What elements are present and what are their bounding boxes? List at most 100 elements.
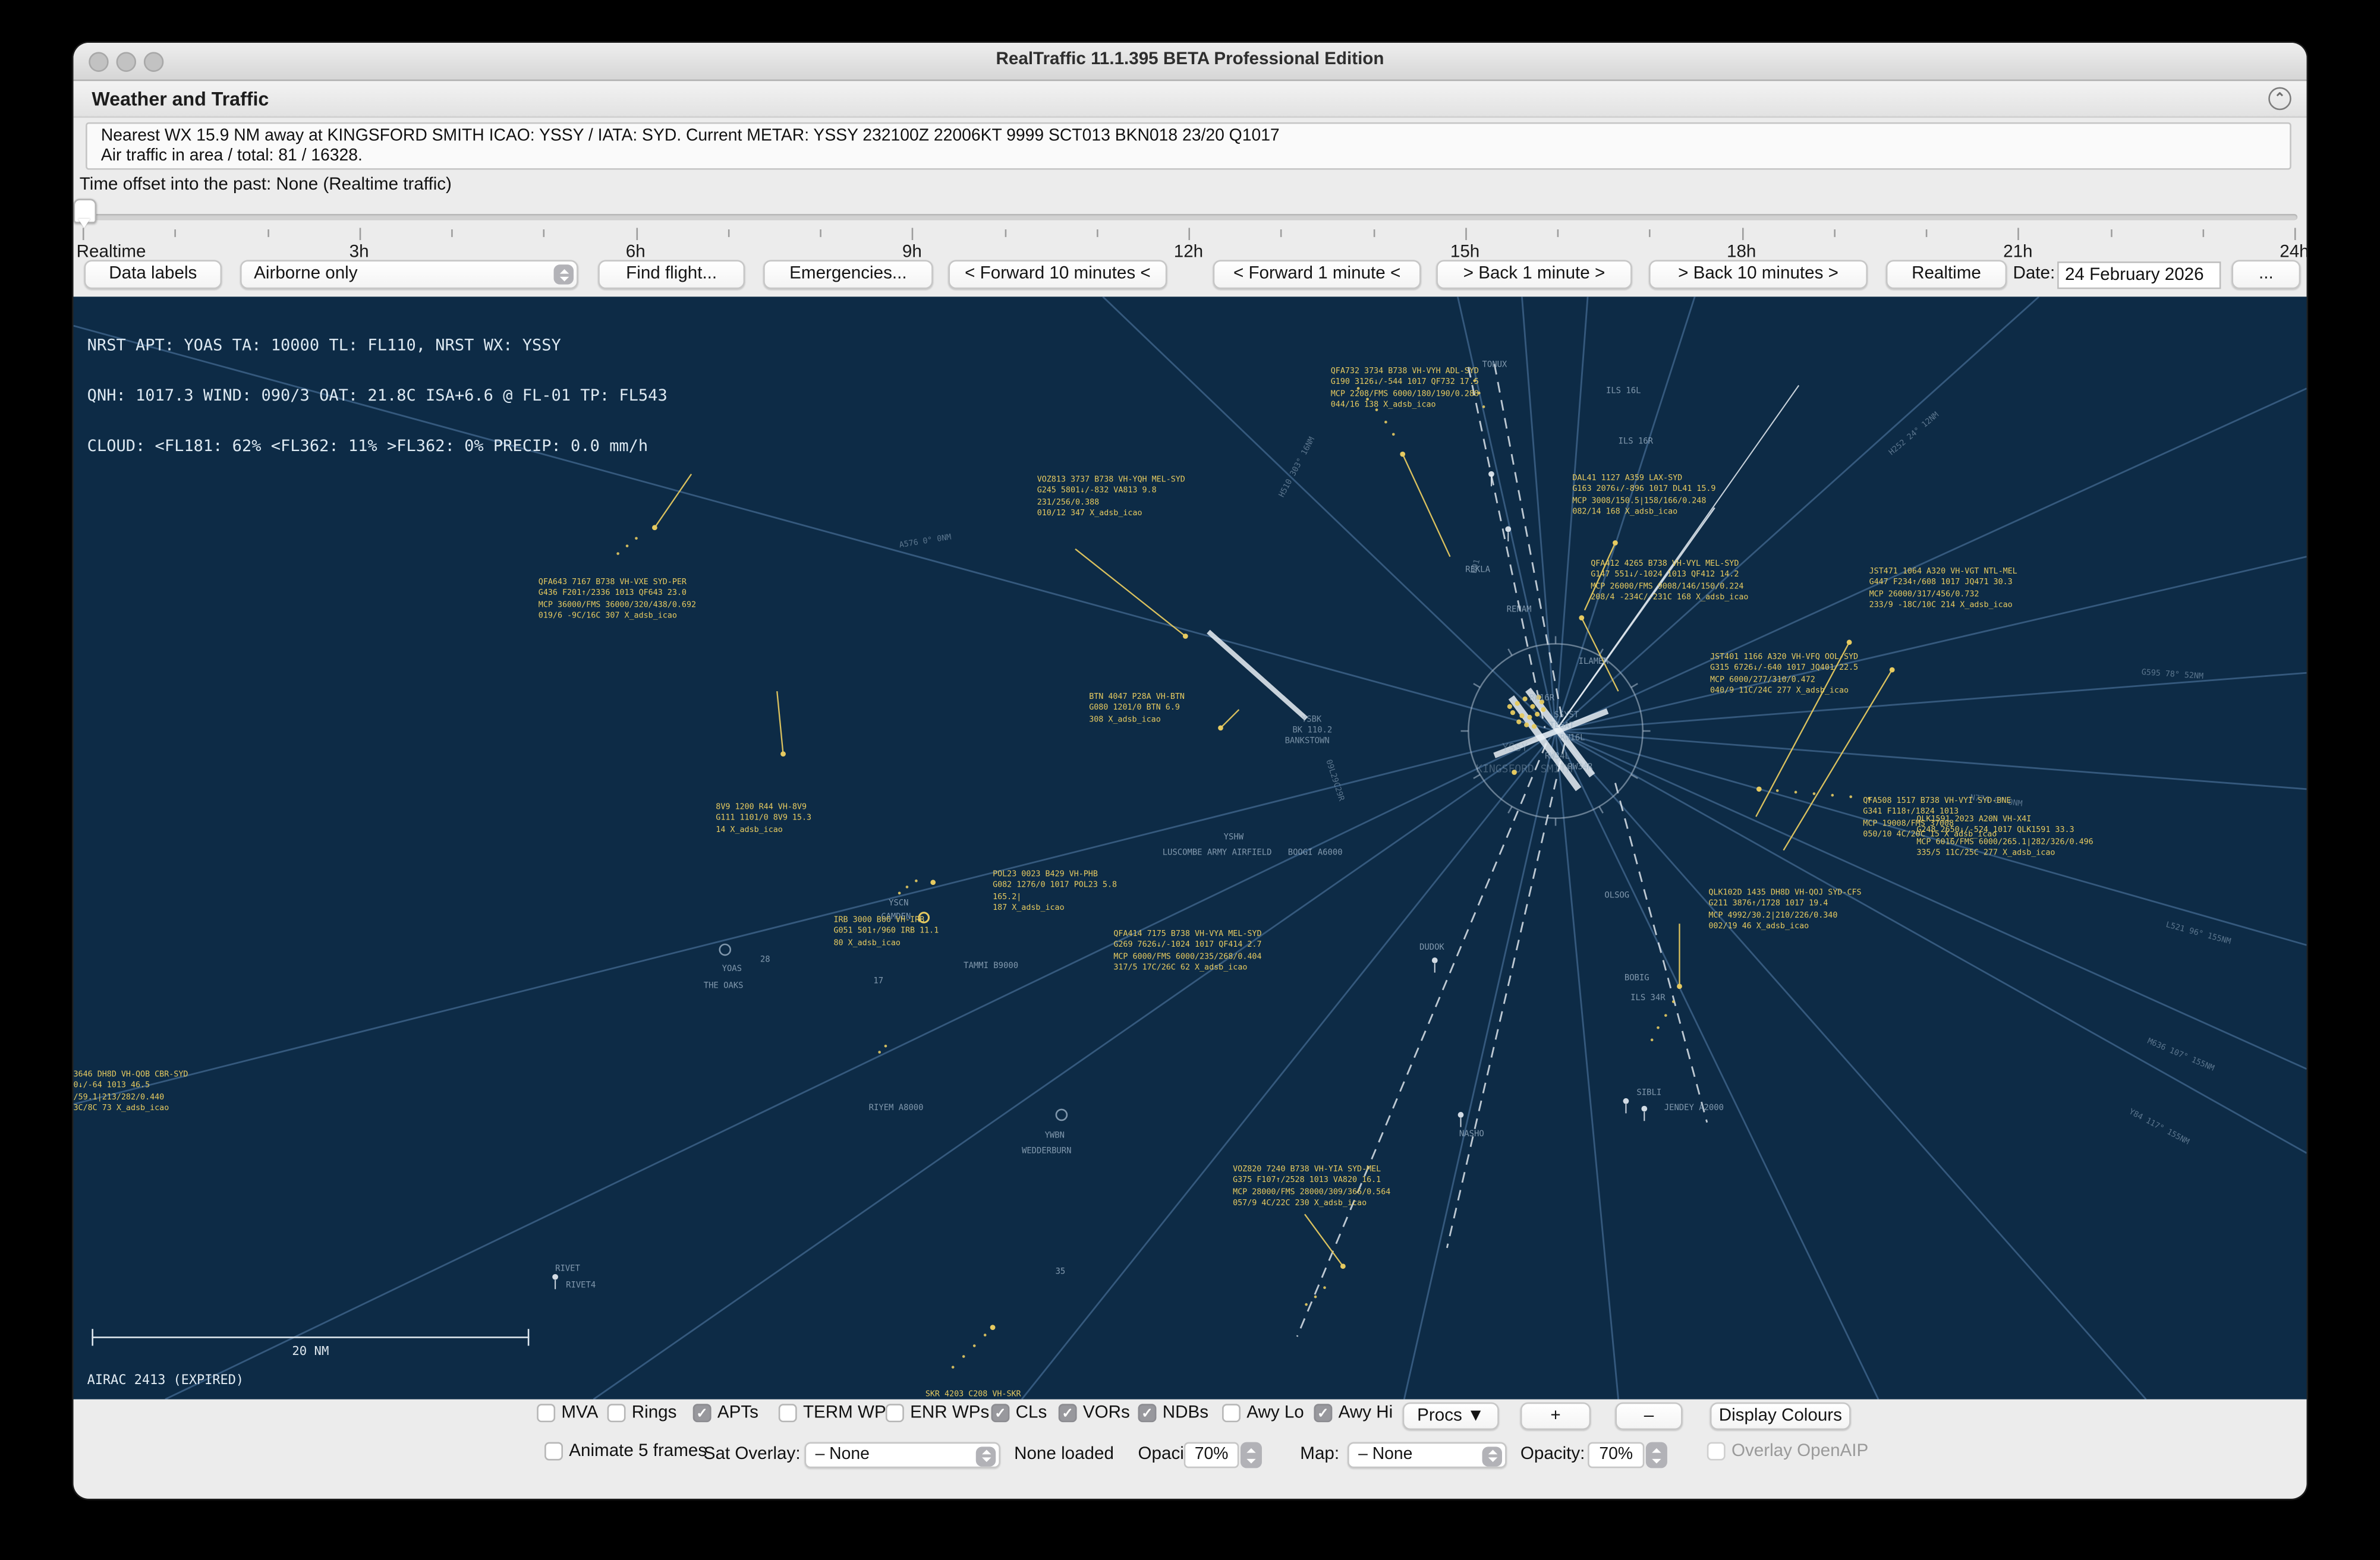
slider-tick (451, 229, 453, 237)
waypoint-label: TAMMI B9000 (964, 962, 1018, 971)
checkbox-awy-lo[interactable]: Awy Lo (1222, 1404, 1304, 1422)
map-overlay-dropdown[interactable]: – None (1348, 1442, 1507, 1468)
checkbox-vors[interactable]: ✓ VORs (1059, 1404, 1130, 1422)
back-1-minute-button[interactable]: > Back 1 minute > (1436, 260, 1632, 289)
checkbox-icon[interactable] (779, 1404, 797, 1422)
checkbox-label: VORs (1083, 1404, 1130, 1422)
checkbox-rings[interactable]: Rings (607, 1404, 677, 1422)
forward-1-minute-button[interactable]: < Forward 1 minute < (1213, 260, 1421, 289)
checkbox-icon[interactable] (1707, 1442, 1726, 1461)
overlay-loaded-status: None loaded (1014, 1445, 1114, 1464)
slider-tick (1096, 229, 1098, 237)
checkbox-icon[interactable]: ✓ (1059, 1404, 1077, 1422)
checkbox-enr-wps[interactable]: ENR WPs (886, 1404, 989, 1422)
checkbox-icon[interactable]: ✓ (991, 1404, 1009, 1422)
traffic-map[interactable]: NRST APT: YOAS TA: 10000 TL: FL110, NRST… (74, 297, 2307, 1399)
checkbox-icon[interactable] (544, 1442, 563, 1461)
waypoint-label: 28 (760, 956, 770, 965)
slider-tick (2294, 228, 2296, 240)
checkbox-icon[interactable]: ✓ (693, 1404, 712, 1422)
aircraft-label[interactable]: 3646 DH8D VH-QOB CBR-SYD 0↓/-64 1013 46.… (74, 1070, 188, 1115)
waypoint-label: TONUX (1482, 361, 1507, 370)
checkbox-ndbs[interactable]: ✓NDBs (1138, 1404, 1208, 1422)
waypoint-label: WEDDERBURN (1022, 1147, 1072, 1156)
aircraft-label[interactable]: VOZ820 7240 B738 VH-YIA SYD-MEL G375 F10… (1233, 1165, 1390, 1211)
aircraft-label[interactable]: VOZ813 3737 B738 VH-YQH MEL-SYD G245 580… (1037, 475, 1185, 521)
display-colours-button[interactable]: Display Colours (1710, 1403, 1851, 1430)
checkbox-icon[interactable] (1222, 1404, 1241, 1422)
waypoint-label: RW16L (1560, 734, 1585, 743)
waypoint-label: TESAT (1550, 722, 1575, 731)
traffic-filter-value: Airborne only (254, 264, 357, 283)
procs-button[interactable]: Procs ▼ (1403, 1403, 1499, 1430)
checkbox-label: TERM WPs (803, 1404, 895, 1422)
slider-tick (1557, 229, 1559, 237)
checkbox-mva[interactable]: MVA (537, 1404, 598, 1422)
waypoint-label: LUSCOMBE ARMY AIRFIELD (1163, 849, 1272, 858)
overlay-openaip-checkbox[interactable]: Overlay OpenAIP (1707, 1442, 1868, 1461)
zoom-out-button[interactable]: – (1615, 1403, 1682, 1430)
slider-tick (543, 229, 545, 237)
checkbox-icon[interactable] (886, 1404, 904, 1422)
aircraft-label[interactable]: 8V9 1200 R44 VH-8V9 G111 1101/0 8V9 15.3… (716, 803, 811, 837)
aircraft-label[interactable]: SKR 4203 C208 VH-SKR (925, 1390, 1021, 1399)
aircraft-label[interactable]: QLK102D 1435 DH8D VH-QOJ SYD-CFS G211 38… (1708, 888, 1861, 934)
waypoint-label: YSCN (889, 899, 908, 908)
checkbox-term-wps[interactable]: TERM WPs (779, 1404, 895, 1422)
checkbox-icon[interactable]: ✓ (1314, 1404, 1332, 1422)
sat-opacity-value[interactable]: 70% (1184, 1442, 1239, 1468)
checkbox-cls[interactable]: ✓CLs (991, 1404, 1047, 1422)
waypoint-label: YWBN (1045, 1132, 1065, 1140)
slider-tick (1465, 228, 1467, 240)
traffic-filter-dropdown[interactable]: Airborne only (240, 260, 578, 289)
date-input[interactable]: 24 February 2026 (2057, 261, 2221, 289)
collapse-panel-icon[interactable]: ⌃ (2268, 87, 2291, 111)
aircraft-label[interactable]: BTN 4047 P28A VH-BTN G080 1201/0 BTN 6.9… (1089, 693, 1185, 727)
checkbox-icon[interactable] (537, 1404, 555, 1422)
sat-opacity-stepper[interactable] (1241, 1442, 1262, 1468)
sat-overlay-dropdown[interactable]: – None (805, 1442, 1000, 1468)
aircraft-label[interactable]: JST471 1064 A320 VH-VGT NTL-MEL G447 F23… (1869, 568, 2017, 613)
find-flight-button[interactable]: Find flight... (598, 260, 745, 289)
checkbox-apts[interactable]: ✓APTs (693, 1404, 758, 1422)
waypoint-label: YSBK (1302, 716, 1321, 724)
checkbox-label: Awy Hi (1339, 1404, 1393, 1422)
checkbox-icon[interactable]: ✓ (1138, 1404, 1157, 1422)
forward-10-minutes-button[interactable]: < Forward 10 minutes < (948, 260, 1167, 289)
waypoint-label: RW16R (1529, 694, 1554, 703)
slider-tick (912, 228, 914, 240)
waypoint-label: SSYST (1554, 711, 1579, 720)
checkbox-label: MVA (561, 1404, 598, 1422)
slider-tick-label: 9h (902, 243, 922, 261)
back-10-minutes-button[interactable]: > Back 10 minutes > (1649, 260, 1868, 289)
checkbox-label: Rings (632, 1404, 677, 1422)
waypoint-label: RW34L (1545, 752, 1570, 761)
slider-tick (2202, 229, 2204, 237)
realtime-button[interactable]: Realtime (1886, 260, 2007, 289)
aircraft-label[interactable]: QFA414 7175 B738 VH-VYA MEL-SYD G269 762… (1113, 930, 1261, 975)
slider-tick (83, 228, 84, 240)
slider-tick-label: Realtime (77, 243, 146, 261)
zoom-in-button[interactable]: + (1520, 1403, 1591, 1430)
more-options-button[interactable]: ... (2231, 260, 2300, 289)
aircraft-label[interactable]: POL23 0023 B429 VH-PHB G082 1276/0 1017 … (993, 870, 1117, 915)
aircraft-label[interactable]: IRB 3000 B06 VH-IRB G051 501↑/960 IRB 11… (833, 916, 939, 950)
map-opacity-value[interactable]: 70% (1588, 1442, 1644, 1468)
checkbox-label: ENR WPs (910, 1404, 989, 1422)
aircraft-label[interactable]: JST401 1166 A320 VH-VFQ OOL-SYD G315 672… (1710, 653, 1858, 698)
time-offset-slider[interactable] (83, 214, 2297, 220)
checkbox-icon[interactable] (607, 1404, 626, 1422)
aircraft-label[interactable]: DAL41 1127 A359 LAX-SYD G163 2076↓/-896 … (1572, 474, 1715, 519)
scale-bar: 20 NM (92, 1337, 529, 1359)
aircraft-label[interactable]: QFA643 7167 B738 VH-VXE SYD-PER G436 F20… (539, 578, 696, 623)
data-labels-button[interactable]: Data labels (84, 260, 222, 289)
date-label: Date: (2013, 264, 2055, 283)
animate-5-frames-checkbox[interactable]: Animate 5 frames (544, 1442, 707, 1461)
aircraft-label[interactable]: QFA412 4265 B738 VH-VYL MEL-SYD G147 551… (1591, 560, 1748, 605)
aircraft-label[interactable]: QLK1591 2023 A20N VH-X4I G248 2650↓/-524… (1916, 815, 2093, 861)
window-titlebar[interactable]: RealTraffic 11.1.395 BETA Professional E… (74, 43, 2307, 81)
checkbox-awy-hi[interactable]: ✓ Awy Hi (1314, 1404, 1393, 1422)
aircraft-label[interactable]: QFA732 3734 B738 VH-VYH ADL-SYD G190 312… (1331, 367, 1479, 412)
map-opacity-stepper[interactable] (1646, 1442, 1667, 1468)
emergencies-button[interactable]: Emergencies... (763, 260, 933, 289)
